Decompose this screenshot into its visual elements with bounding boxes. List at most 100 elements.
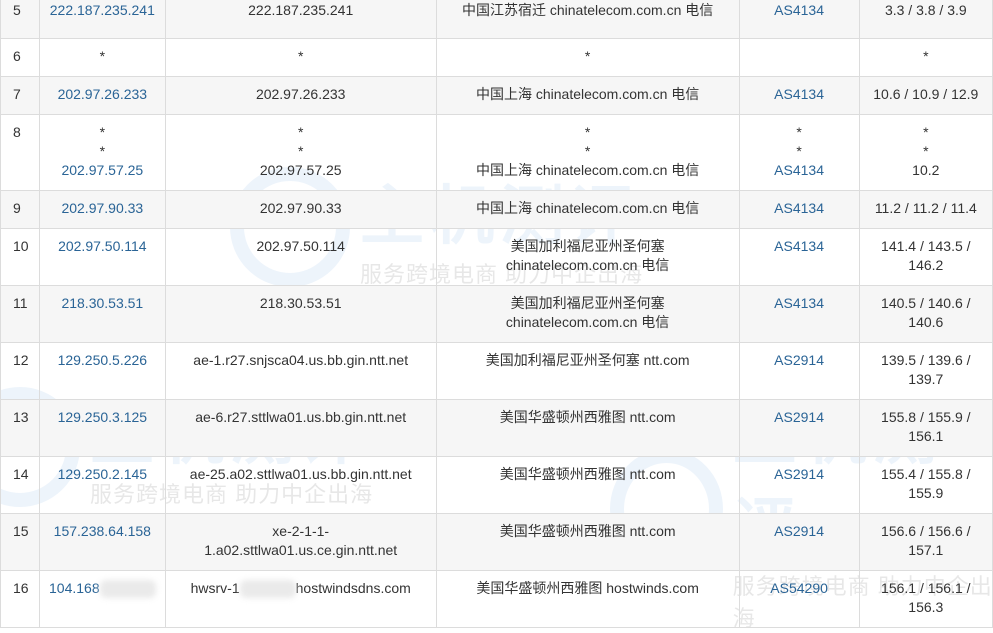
table-row: 10 202.97.50.114 202.97.50.114 美国加利福尼亚州圣何塞 c… xyxy=(0,228,993,286)
hop-number-text: 16 xyxy=(13,580,29,596)
hop-number-text: 10 xyxy=(13,238,29,254)
asn[interactable]: AS4134 xyxy=(738,0,860,39)
hostname-text: 202.97.90.33 xyxy=(259,200,342,216)
latency-text: 11.2 / 11.2 / 11.4 xyxy=(874,200,977,216)
ip-address[interactable]: 202.97.90.33 xyxy=(38,190,166,229)
ip-link[interactable]: 202.97.90.33 xyxy=(46,199,159,218)
ip-address[interactable]: 104.168 xyxy=(38,570,166,628)
latency-text: * xyxy=(923,48,929,64)
latency-text: 3.3 / 3.8 / 3.9 xyxy=(884,2,967,18)
hop-number: 13 xyxy=(0,399,40,457)
location-text: 美国华盛顿州西雅图 ntt.com xyxy=(499,466,676,482)
hop-number: 16 xyxy=(0,570,40,628)
asn-link[interactable]: AS2914 xyxy=(746,522,853,541)
asn-link[interactable]: AS2914 xyxy=(746,351,853,370)
asn-link[interactable]: AS4134 xyxy=(746,199,853,218)
ip-address[interactable]: 222.187.235.241 xyxy=(38,0,166,39)
location: * * 中国上海 chinatelecom.com.cn 电信 xyxy=(435,114,740,191)
asn-link[interactable]: AS2914 xyxy=(746,465,853,484)
latency: 141.4 / 143.5 / 146.2 xyxy=(858,228,993,286)
latency-text: 156.1 xyxy=(908,428,944,444)
ip-address[interactable]: 129.250.3.125 xyxy=(38,399,166,457)
hostname-suffix: hostwindsdns.com xyxy=(295,580,411,596)
traceroute-table: 5 222.187.235.241 222.187.235.241 中国江苏宿迁 ch… xyxy=(0,0,993,628)
ip-link[interactable]: 129.250.3.125 xyxy=(46,408,159,427)
asn[interactable]: AS4134 xyxy=(738,190,860,229)
location: 美国华盛顿州西雅图 ntt.com xyxy=(435,399,740,457)
ip-link[interactable]: 202.97.57.25 xyxy=(46,161,159,180)
latency-text: 140.5 / 140.6 / xyxy=(881,295,971,311)
asn[interactable]: AS54290 xyxy=(738,570,860,628)
asn-link[interactable]: AS4134 xyxy=(746,1,853,20)
asn-link[interactable]: AS54290 xyxy=(746,579,853,598)
hop-number-text: 8 xyxy=(13,124,21,140)
asn-link[interactable]: AS4134 xyxy=(746,294,853,313)
hop-number: 6 xyxy=(0,38,40,77)
timeout-marker: * xyxy=(99,143,106,159)
location-text: 美国华盛顿州西雅图 hostwinds.com xyxy=(476,580,699,596)
location-text: 中国上海 chinatelecom.com.cn 电信 xyxy=(475,162,700,178)
hostname: xe-2-1-1- 1.a02.sttlwa01.us.ce.gin.ntt.n… xyxy=(164,513,437,571)
location: 美国华盛顿州西雅图 hostwinds.com xyxy=(435,570,740,628)
latency: * xyxy=(858,38,993,77)
hop-number-text: 11 xyxy=(13,295,28,311)
asn[interactable]: AS4134 xyxy=(738,228,860,286)
asn[interactable]: AS2914 xyxy=(738,342,860,400)
ip-link[interactable]: 104.168 xyxy=(49,580,100,596)
ip-link[interactable]: 218.30.53.51 xyxy=(46,294,159,313)
ip-address[interactable]: 157.238.64.158 xyxy=(38,513,166,571)
ip-link[interactable]: 202.97.50.114 xyxy=(46,237,159,256)
hop-number: 12 xyxy=(0,342,40,400)
latency-text: 10.2 xyxy=(912,162,940,178)
asn[interactable] xyxy=(738,38,860,77)
latency-text: 155.9 xyxy=(908,485,944,501)
hostname: 202.97.50.114 xyxy=(164,228,437,286)
location: 美国加利福尼亚州圣何塞 chinatelecom.com.cn 电信 xyxy=(435,228,740,286)
hop-number-text: 13 xyxy=(13,409,29,425)
ip-link[interactable]: 202.97.26.233 xyxy=(46,85,159,104)
hostname: ae-1.r27.snjsca04.us.bb.gin.ntt.net xyxy=(164,342,437,400)
asn-link[interactable]: AS4134 xyxy=(746,237,853,256)
asn[interactable]: AS4134 xyxy=(738,76,860,115)
hop-number-text: 15 xyxy=(13,523,29,539)
ip-link[interactable]: 129.250.5.226 xyxy=(46,351,159,370)
ip-address[interactable]: 129.250.2.145 xyxy=(38,456,166,514)
ip-link[interactable]: 222.187.235.241 xyxy=(46,1,159,20)
location-text: 中国上海 chinatelecom.com.cn 电信 xyxy=(475,86,700,102)
latency: 3.3 / 3.8 / 3.9 xyxy=(858,0,993,39)
asn-link[interactable]: AS4134 xyxy=(746,161,853,180)
asn-link[interactable]: AS4134 xyxy=(746,85,853,104)
hop-number: 8 xyxy=(0,114,40,191)
hostname: ae-6.r27.sttlwa01.us.bb.gin.ntt.net xyxy=(164,399,437,457)
latency: 156.6 / 156.6 / 157.1 xyxy=(858,513,993,571)
hostname: * xyxy=(164,38,437,77)
latency-text: 139.5 / 139.6 / xyxy=(881,352,971,368)
asn[interactable]: AS2914 xyxy=(738,399,860,457)
ip-link[interactable]: 157.238.64.158 xyxy=(46,522,159,541)
ip-address[interactable]: 218.30.53.51 xyxy=(38,285,166,343)
ip-address[interactable]: 202.97.26.233 xyxy=(38,76,166,115)
hop-number: 14 xyxy=(0,456,40,514)
timeout-marker: * xyxy=(584,124,591,140)
ip-address[interactable]: 129.250.5.226 xyxy=(38,342,166,400)
hostname-text: 202.97.26.233 xyxy=(255,86,346,102)
table-row: 14 129.250.2.145 ae-25.a02.sttlwa01.us.bb.… xyxy=(0,456,993,514)
ip-address[interactable]: 202.97.50.114 xyxy=(38,228,166,286)
asn[interactable]: AS2914 xyxy=(738,456,860,514)
latency-text: 156.1 / 156.1 / xyxy=(881,580,971,596)
hostname: 202.97.26.233 xyxy=(164,76,437,115)
ip-address[interactable]: * xyxy=(38,38,166,77)
asn[interactable]: AS4134 xyxy=(738,285,860,343)
latency-text: 141.4 / 143.5 / xyxy=(881,238,971,254)
latency-text: 155.8 / 155.9 / xyxy=(881,409,971,425)
asn[interactable]: * * AS4134 xyxy=(738,114,860,191)
asn[interactable]: AS2914 xyxy=(738,513,860,571)
timeout-marker: * xyxy=(99,48,106,64)
redaction-blur xyxy=(239,580,296,599)
location: 美国华盛顿州西雅图 ntt.com xyxy=(435,513,740,571)
asn-link[interactable]: AS2914 xyxy=(746,408,853,427)
timeout-marker: * xyxy=(923,124,929,140)
ip-address[interactable]: * * 202.97.57.25 xyxy=(38,114,166,191)
latency: 155.8 / 155.9 / 156.1 xyxy=(858,399,993,457)
ip-link[interactable]: 129.250.2.145 xyxy=(46,465,159,484)
